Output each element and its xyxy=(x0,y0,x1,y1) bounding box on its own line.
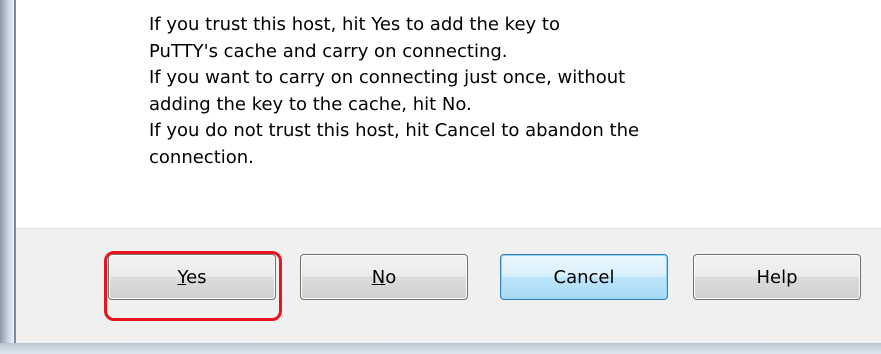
message-line: PuTTY's cache and carry on connecting. xyxy=(149,40,508,62)
no-button[interactable]: No xyxy=(300,254,468,300)
window-frame-left xyxy=(0,0,14,354)
message-line: If you trust this host, hit Yes to add t… xyxy=(149,14,560,35)
message-line: adding the key to the cache, hit No. xyxy=(149,93,472,115)
help-button[interactable]: Help xyxy=(693,254,861,300)
message-line: If you do not trust this host, hit Cance… xyxy=(149,120,640,141)
cancel-button[interactable]: Cancel xyxy=(500,254,668,300)
dialog-content: If you trust this host, hit Yes to add t… xyxy=(16,0,881,228)
yes-button-highlight xyxy=(104,251,282,321)
message-line: connection. xyxy=(149,146,254,168)
message-line: If you want to carry on connecting just … xyxy=(149,67,626,88)
window-frame-bottom xyxy=(0,343,881,354)
message-text: If you trust this host, hit Yes to add t… xyxy=(149,12,849,171)
